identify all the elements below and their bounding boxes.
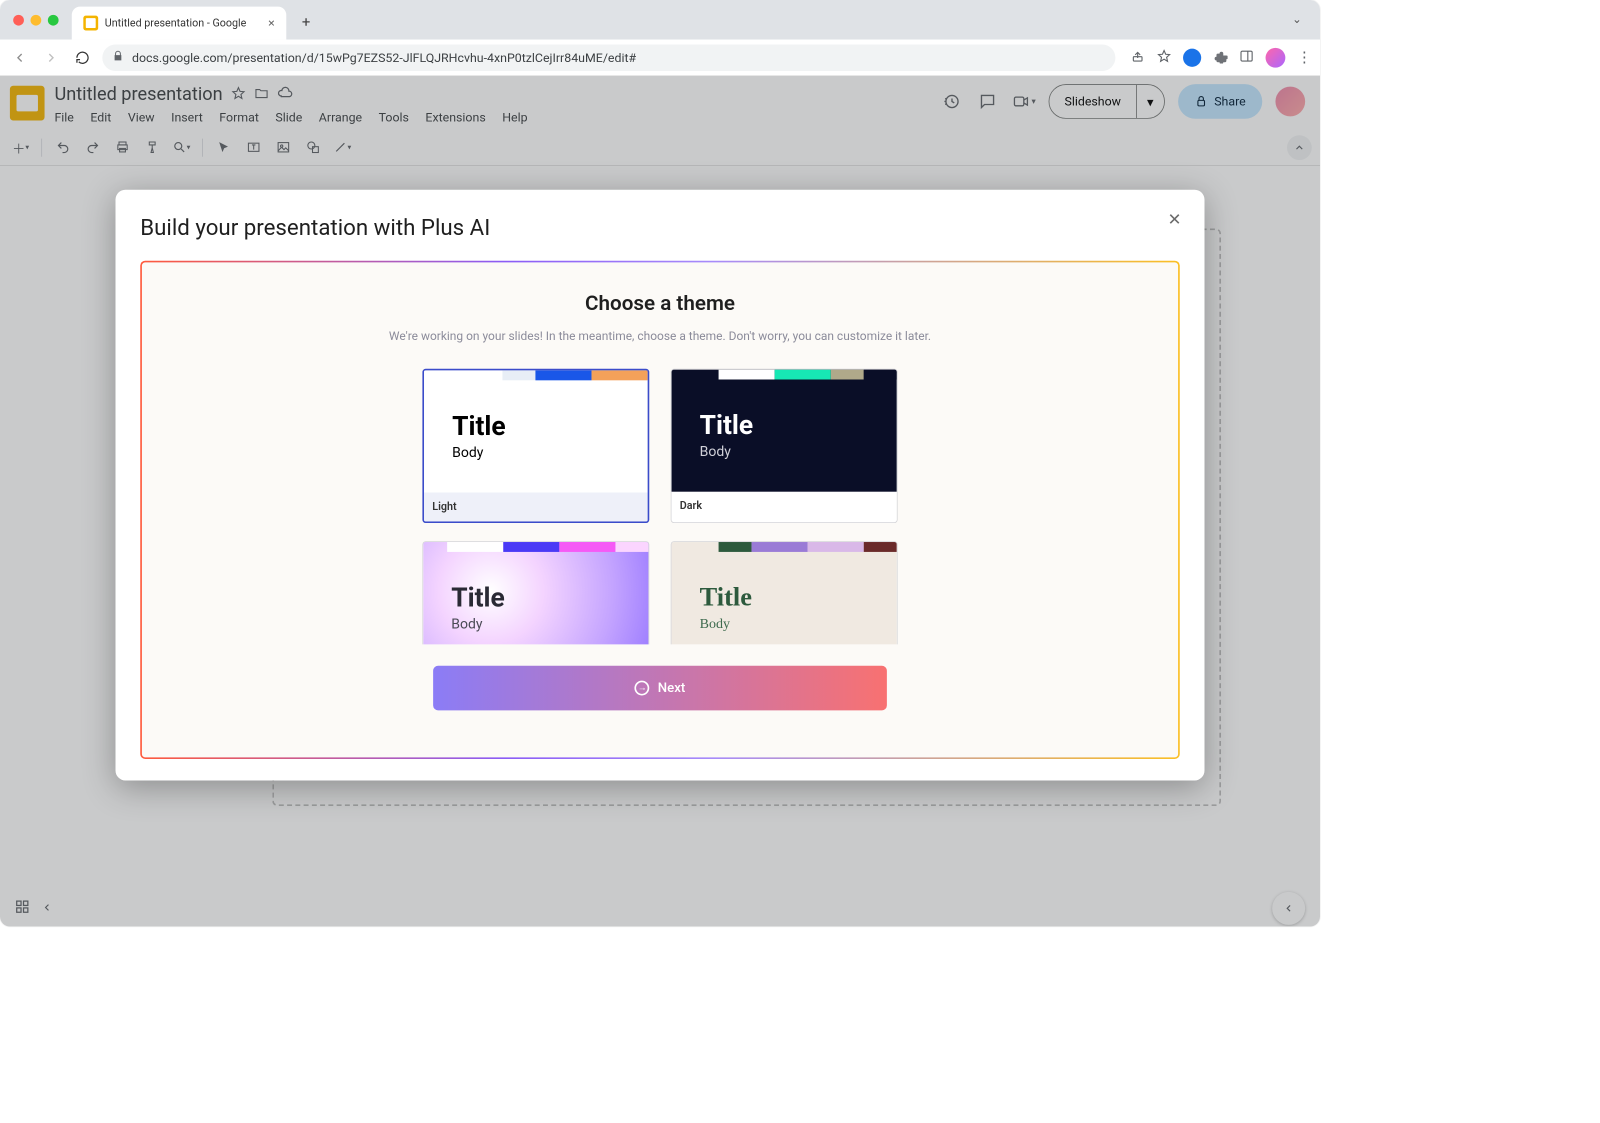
theme-panel: Choose a theme We're working on your sli…: [142, 262, 1178, 757]
browser-tab[interactable]: Untitled presentation - Google ×: [72, 7, 287, 40]
swatch-icon: [719, 369, 775, 379]
plus-ai-modal: Build your presentation with Plus AI ✕ C…: [116, 190, 1205, 781]
preview-body: Body: [700, 444, 754, 461]
profile-avatar[interactable]: [1266, 47, 1286, 67]
browser-toolbar: docs.google.com/presentation/d/15wPg7EZS…: [0, 40, 1320, 76]
swatch-icon: [447, 542, 503, 552]
forward-button: [40, 46, 63, 69]
close-window-icon[interactable]: [13, 14, 24, 25]
modal-scrim: Build your presentation with Plus AI ✕ C…: [0, 76, 1320, 927]
back-button[interactable]: [8, 46, 31, 69]
close-modal-icon[interactable]: ✕: [1168, 210, 1182, 230]
swatch-icon: [559, 542, 615, 552]
swatch-row: [719, 369, 897, 379]
bookmark-icon[interactable]: [1157, 48, 1172, 66]
swatch-icon: [752, 542, 808, 552]
swatch-icon: [808, 542, 864, 552]
preview-title: Title: [451, 581, 505, 612]
theme-label: Light: [424, 492, 648, 521]
slides-favicon-icon: [83, 16, 98, 31]
theme-grid: Title Body Light: [167, 369, 1154, 645]
browser-menu-icon[interactable]: ⋮: [1297, 49, 1312, 66]
swatch-icon: [446, 370, 502, 380]
address-bar[interactable]: docs.google.com/presentation/d/15wPg7EZS…: [102, 44, 1115, 70]
swatch-row: [447, 542, 648, 552]
swatch-icon: [719, 542, 752, 552]
new-tab-button[interactable]: +: [293, 9, 319, 35]
preview-body: Body: [452, 444, 506, 461]
browser-titlebar: Untitled presentation - Google × + ⌄: [0, 0, 1320, 40]
preview-title: Title: [700, 409, 754, 440]
side-panel-icon[interactable]: [1239, 48, 1254, 66]
swatch-icon: [864, 369, 897, 379]
preview-body: Body: [451, 616, 505, 633]
swatch-icon: [535, 370, 591, 380]
url-text: docs.google.com/presentation/d/15wPg7EZS…: [132, 50, 636, 65]
swatch-icon: [864, 542, 897, 552]
lock-icon: [112, 50, 124, 65]
tab-title: Untitled presentation - Google: [105, 17, 262, 29]
arrow-right-circle-icon: →: [635, 680, 650, 695]
swatch-row: [446, 370, 647, 380]
swatch-icon: [592, 370, 648, 380]
preview-title: Title: [452, 410, 506, 441]
swatch-icon: [615, 542, 648, 552]
next-label: Next: [658, 680, 685, 696]
next-button[interactable]: → Next: [433, 666, 887, 711]
theme-option-light[interactable]: Title Body Light: [422, 369, 649, 523]
extension-icon[interactable]: [1183, 48, 1201, 66]
modal-title: Build your presentation with Plus AI: [140, 215, 1180, 241]
maximize-window-icon[interactable]: [48, 14, 59, 25]
theme-option-glow[interactable]: Title Body Glow: [422, 541, 649, 644]
close-tab-icon[interactable]: ×: [268, 16, 275, 31]
swatch-row: [719, 542, 897, 552]
share-page-icon[interactable]: [1130, 48, 1145, 66]
panel-title: Choose a theme: [167, 292, 1154, 316]
theme-label: Dark: [672, 491, 897, 520]
swatch-icon: [502, 370, 535, 380]
reload-button[interactable]: [71, 46, 94, 69]
minimize-window-icon[interactable]: [31, 14, 42, 25]
slides-app: Untitled presentation File Edit View: [0, 76, 1320, 927]
theme-option-vintage[interactable]: Title Body Vintage: [671, 541, 898, 644]
swatch-icon: [775, 369, 831, 379]
tabs-overflow-icon[interactable]: ⌄: [1292, 13, 1307, 26]
gradient-frame: Choose a theme We're working on your sli…: [140, 261, 1180, 759]
preview-title: Title: [700, 581, 752, 612]
preview-body: Body: [700, 615, 752, 632]
extensions-menu-icon[interactable]: [1213, 48, 1228, 66]
theme-option-dark[interactable]: Title Body Dark: [671, 369, 898, 523]
swatch-icon: [503, 542, 559, 552]
swatch-icon: [831, 369, 864, 379]
window-controls: [13, 14, 58, 25]
panel-subtitle: We're working on your slides! In the mea…: [167, 328, 1154, 346]
